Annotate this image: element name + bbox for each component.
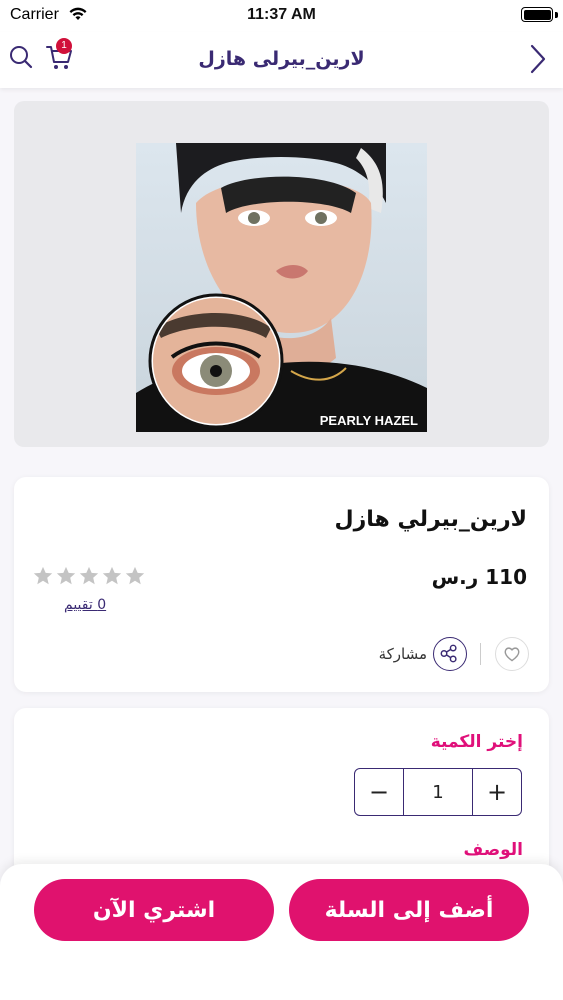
buy-now-button[interactable]: اشتري الآن	[34, 879, 274, 941]
quantity-label: إختر الكمية	[430, 732, 523, 752]
battery-icon	[521, 7, 553, 22]
description-label: الوصف	[463, 840, 523, 860]
rating-count-link[interactable]: 0 تقييم	[64, 597, 106, 613]
product-info-card: لارين_بيرلي هازل 110 ر.س 0 تقييم مشاركة	[14, 477, 549, 692]
share-button[interactable]	[433, 637, 467, 671]
bottom-action-bar: اشتري الآن أضف إلى السلة	[0, 864, 563, 1000]
product-image-caption: PEARLY HAZEL	[320, 413, 418, 428]
battery-cap	[555, 12, 558, 18]
page-title: لارين_بيرلى هازل	[198, 48, 365, 70]
product-price: 110 ر.س	[431, 565, 527, 589]
rating-stars	[32, 565, 146, 589]
add-to-cart-button[interactable]: أضف إلى السلة	[289, 879, 529, 941]
decrement-button[interactable]: −	[355, 769, 403, 815]
chevron-right-icon[interactable]	[527, 42, 549, 76]
star-icon	[125, 566, 145, 585]
star-icon	[56, 566, 76, 585]
share-label[interactable]: مشاركة	[379, 645, 427, 663]
star-icon	[79, 566, 99, 585]
star-icon	[33, 566, 53, 585]
status-time: 11:37 AM	[247, 6, 316, 23]
favorite-button[interactable]	[495, 637, 529, 671]
quantity-stepper: − 1 +	[354, 768, 522, 816]
status-bar: Carrier 11:37 AM	[0, 0, 563, 32]
product-image[interactable]: PEARLY HAZEL	[136, 143, 427, 432]
nav-bar: 1 لارين_بيرلى هازل	[0, 32, 563, 88]
product-name: لارين_بيرلي هازل	[334, 507, 527, 532]
star-icon	[102, 566, 122, 585]
quantity-value[interactable]: 1	[403, 769, 473, 815]
increment-button[interactable]: +	[473, 769, 521, 815]
share-icon	[440, 644, 457, 663]
heart-icon	[504, 647, 520, 662]
action-divider	[480, 643, 481, 665]
